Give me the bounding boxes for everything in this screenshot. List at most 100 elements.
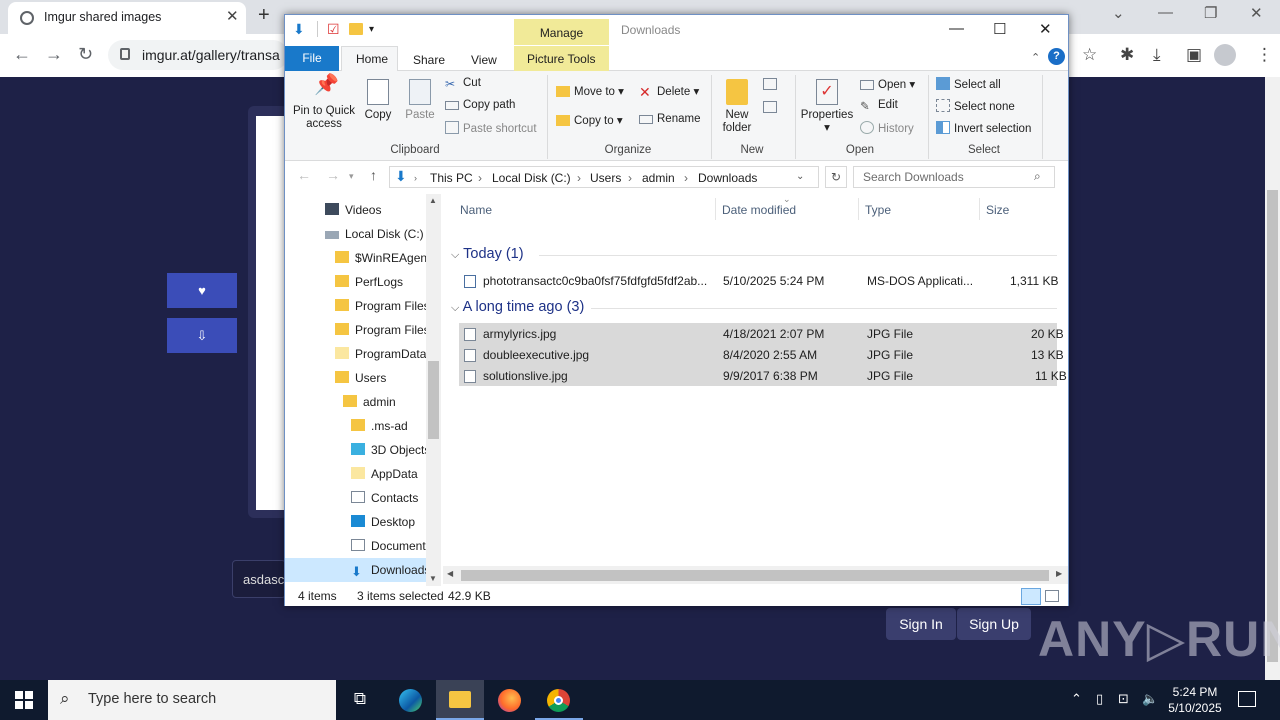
close-window-icon[interactable]: ✕: [1250, 4, 1263, 22]
notifications-icon[interactable]: [1238, 691, 1256, 707]
address-dropdown-icon[interactable]: ⌄: [796, 171, 804, 182]
tray-overflow-icon[interactable]: ⌃: [1071, 691, 1082, 707]
nav-item-downloads[interactable]: ⬇ Downloads: [285, 558, 426, 582]
browser-tab[interactable]: Imgur shared images ✕: [8, 2, 246, 34]
start-windows-icon[interactable]: [15, 691, 33, 709]
history-button[interactable]: History: [860, 121, 914, 135]
new-folder-button[interactable]: New folder: [717, 79, 757, 135]
crumb-local-disk[interactable]: Local Disk (C:): [492, 171, 571, 185]
network-icon[interactable]: ⊡: [1118, 691, 1129, 707]
invert-selection-button[interactable]: Invert selection: [936, 121, 1031, 135]
tab-home[interactable]: Home: [341, 46, 398, 72]
search-downloads-input[interactable]: Search Downloads ⌕: [853, 166, 1055, 188]
details-view-icon[interactable]: [1021, 588, 1041, 605]
group-long-time-ago[interactable]: ⌵ A long time ago (3): [451, 299, 584, 315]
edit-button[interactable]: ✎ Edit: [860, 99, 898, 113]
nav-scrollbar-thumb[interactable]: [428, 361, 439, 439]
explorer-minimize-icon[interactable]: —: [949, 20, 964, 37]
reload-icon[interactable]: ↻: [78, 44, 93, 65]
side-panel-icon[interactable]: ▣: [1186, 45, 1202, 65]
nav-item-3d-objects[interactable]: 3D Objects: [285, 438, 426, 462]
nav-item-program-files-x86[interactable]: Program Files: [285, 318, 426, 342]
paste-shortcut-button[interactable]: Paste shortcut: [445, 121, 537, 135]
page-scrollbar-thumb[interactable]: [1267, 190, 1278, 662]
file-row[interactable]: armylyrics.jpg 4/18/2021 2:07 PM JPG Fil…: [459, 323, 1064, 344]
select-none-button[interactable]: Select none: [936, 99, 1015, 113]
nav-item-local-disk[interactable]: Local Disk (C:): [285, 222, 426, 246]
rename-button[interactable]: Rename: [639, 113, 700, 125]
column-size[interactable]: Size: [986, 203, 1009, 217]
refresh-icon[interactable]: ↻: [825, 166, 847, 188]
forward-icon[interactable]: →: [45, 44, 63, 65]
manage-tab[interactable]: Manage: [514, 19, 609, 45]
task-view-icon[interactable]: ⧉: [336, 680, 384, 720]
tray-device-icon[interactable]: ▯: [1096, 691, 1103, 707]
scroll-down-icon[interactable]: ▼: [429, 574, 437, 583]
pin-quick-access-button[interactable]: 📌 Pin to Quick access: [291, 75, 357, 131]
explorer-forward-icon[interactable]: →: [326, 167, 340, 183]
up-folder-icon[interactable]: ↑: [370, 167, 377, 183]
comment-input[interactable]: asdasc: [232, 560, 286, 598]
tab-file[interactable]: File: [285, 46, 339, 71]
nav-item-winreagent[interactable]: $WinREAgent: [285, 246, 426, 270]
column-type[interactable]: Type: [865, 203, 891, 217]
crumb-this-pc[interactable]: This PC: [430, 171, 473, 185]
file-explorer-icon[interactable]: [436, 680, 484, 720]
download-button[interactable]: ⇩: [167, 318, 237, 353]
new-folder-qat-icon[interactable]: [349, 23, 363, 35]
nav-item-contacts[interactable]: Contacts: [285, 486, 426, 510]
firefox-icon[interactable]: [486, 680, 534, 720]
nav-item-perflogs[interactable]: PerfLogs: [285, 270, 426, 294]
help-icon[interactable]: ?: [1048, 48, 1065, 65]
menu-kebab-icon[interactable]: ⋮: [1256, 45, 1273, 65]
explorer-close-icon[interactable]: ✕: [1039, 20, 1052, 38]
sign-up-button[interactable]: Sign Up: [957, 608, 1031, 640]
nav-item-ms-ad[interactable]: .ms-ad: [285, 414, 426, 438]
sign-in-button[interactable]: Sign In: [886, 608, 956, 640]
address-bar[interactable]: imgur.at/gallery/transa: [108, 40, 288, 70]
crumb-users[interactable]: Users: [590, 171, 621, 185]
select-all-button[interactable]: Select all: [936, 77, 1001, 91]
nav-item-desktop[interactable]: Desktop: [285, 510, 426, 534]
quick-access-download-icon[interactable]: ⬇: [293, 21, 305, 38]
horizontal-scrollbar-thumb[interactable]: [461, 570, 1049, 581]
horizontal-scrollbar[interactable]: ◀ ▶: [443, 566, 1068, 584]
downloads-icon[interactable]: ⤓: [1153, 45, 1161, 65]
copy-button[interactable]: Copy: [361, 79, 395, 122]
copy-path-button[interactable]: Copy path: [445, 99, 515, 111]
nav-item-appdata[interactable]: AppData: [285, 462, 426, 486]
minimize-icon[interactable]: —: [1158, 4, 1173, 21]
column-name[interactable]: Name: [460, 203, 492, 217]
close-tab-icon[interactable]: ✕: [226, 7, 239, 25]
scroll-right-icon[interactable]: ▶: [1056, 569, 1062, 578]
nav-item-videos[interactable]: Videos: [285, 198, 426, 222]
properties-qat-icon[interactable]: ☑: [327, 21, 340, 38]
bookmark-star-icon[interactable]: ☆: [1082, 45, 1097, 65]
extensions-icon[interactable]: ✱: [1120, 45, 1134, 65]
new-tab-button[interactable]: +: [258, 4, 270, 27]
delete-button[interactable]: ✕ Delete ▾: [639, 84, 699, 100]
file-row[interactable]: doubleexecutive.jpg 8/4/2020 2:55 AM JPG…: [459, 344, 1064, 365]
collapse-ribbon-icon[interactable]: ⌃: [1031, 51, 1040, 64]
crumb-admin[interactable]: admin: [642, 171, 675, 185]
open-button[interactable]: Open ▾: [860, 77, 915, 91]
edge-icon[interactable]: [386, 680, 434, 720]
back-icon[interactable]: ←: [13, 44, 31, 65]
nav-item-documents[interactable]: Documents: [285, 534, 426, 558]
large-icons-view-icon[interactable]: [1045, 590, 1059, 602]
move-to-button[interactable]: Move to ▾: [556, 84, 624, 98]
tab-picture-tools[interactable]: Picture Tools: [514, 46, 609, 71]
nav-item-programdata[interactable]: ProgramData: [285, 342, 426, 366]
tab-search-icon[interactable]: ⌄: [1112, 4, 1125, 22]
shared-image[interactable]: [256, 116, 286, 510]
upvote-button[interactable]: ♥: [167, 273, 237, 308]
qat-dropdown-icon[interactable]: ▾: [369, 24, 374, 35]
cut-button[interactable]: ✂ Cut: [445, 77, 481, 91]
taskbar-clock[interactable]: 5:24 PM 5/10/2025: [1168, 684, 1222, 716]
restore-icon[interactable]: ❐: [1204, 4, 1217, 22]
file-row[interactable]: solutionslive.jpg 9/9/2017 6:38 PM JPG F…: [459, 365, 1067, 386]
paste-button[interactable]: Paste: [403, 79, 437, 122]
new-item-icon[interactable]: [763, 78, 777, 90]
explorer-maximize-icon[interactable]: ☐: [993, 20, 1006, 38]
nav-item-admin[interactable]: admin: [285, 390, 426, 414]
